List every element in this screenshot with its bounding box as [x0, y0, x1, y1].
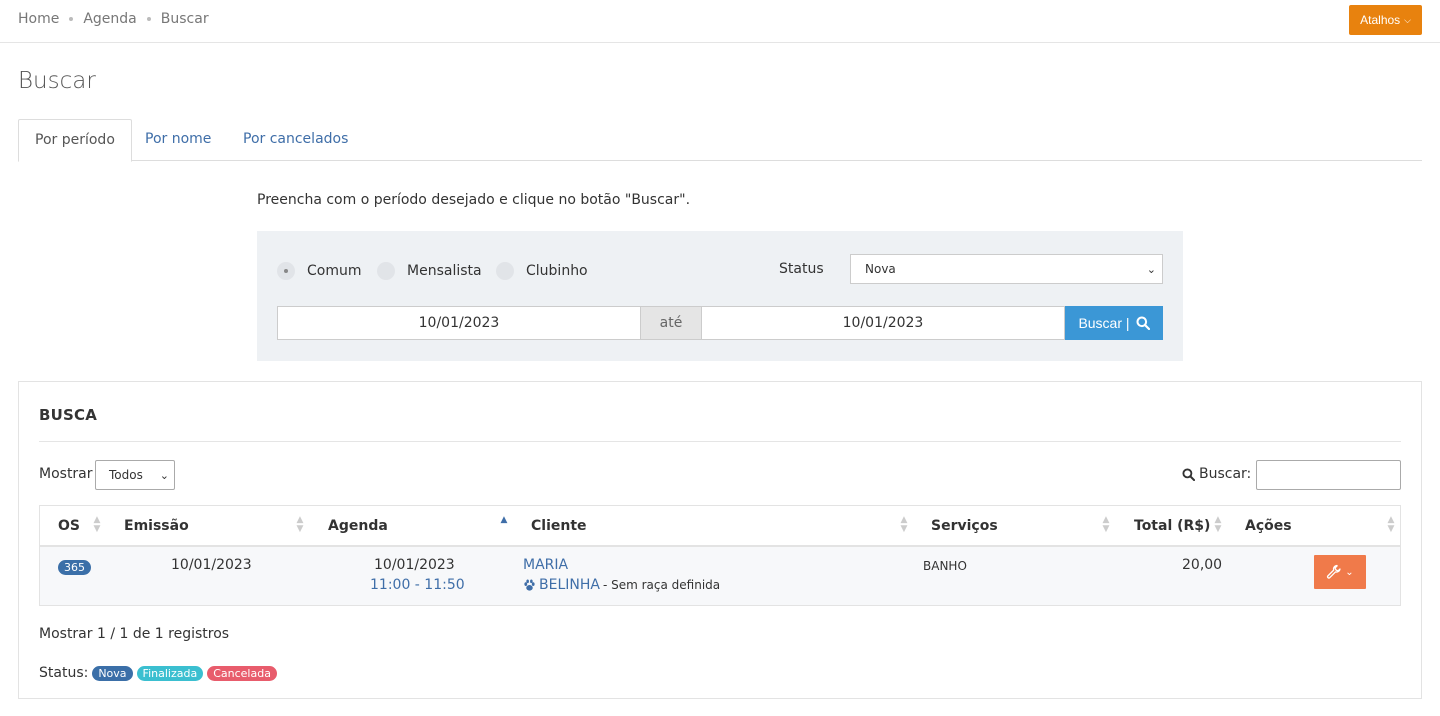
page-length-select[interactable]: Todos ⌄: [95, 460, 175, 490]
radio-label: Clubinho: [526, 263, 588, 279]
pet-breed: - Sem raça definida: [602, 578, 721, 592]
column-header-cliente[interactable]: Cliente: [531, 518, 587, 534]
sort-icon: ▲ ▼: [93, 515, 101, 534]
search-button[interactable]: Buscar |: [1065, 306, 1163, 340]
radio-label: Comum: [307, 263, 362, 279]
results-table: OS ▲ ▼ Emissão ▲ ▼ Agenda ▲ Cliente ▲ ▼ Ser…: [39, 505, 1401, 606]
tab-bar: Por período Por nome Por cancelados: [18, 119, 1422, 162]
date-to-input[interactable]: 10/01/2023: [701, 306, 1065, 340]
emissao-cell: 10/01/2023: [171, 557, 252, 573]
shortcuts-button[interactable]: Atalhos ⌵: [1349, 5, 1422, 35]
column-header-os[interactable]: OS: [58, 518, 80, 534]
breadcrumb-separator: [69, 17, 74, 21]
pet-info: BELINHA - Sem raça definida: [523, 577, 720, 593]
filter-form: Comum Mensalista Clubinho Status Nova ⌄ …: [257, 231, 1183, 361]
total-cell: 20,00: [1182, 557, 1223, 573]
sort-ascending-icon: ▲: [500, 515, 508, 525]
sort-icon: ▲ ▼: [1102, 515, 1110, 534]
page-length-value: Todos: [109, 468, 143, 482]
status-badge-finalizada: Finalizada: [136, 665, 204, 681]
breadcrumb-agenda[interactable]: Agenda: [83, 11, 136, 27]
status-badge-cancelada: Cancelada: [207, 665, 277, 681]
agenda-date-cell: 10/01/2023: [374, 557, 455, 573]
table-info: Mostrar 1 / 1 de 1 registros: [39, 626, 230, 642]
radio-unchecked-icon: [496, 262, 514, 280]
status-label: Status: [779, 261, 824, 277]
table-row: 365 10/01/2023 10/01/2023 11:00 - 11:50 …: [40, 547, 1400, 605]
column-header-total[interactable]: Total (R$): [1134, 518, 1210, 534]
shortcuts-label: Atalhos: [1360, 13, 1401, 27]
column-header-acoes[interactable]: Ações: [1245, 518, 1292, 534]
actions-dropdown-button[interactable]: ⌄: [1314, 555, 1366, 589]
status-legend-label: Status:: [39, 665, 89, 681]
status-badge-nova: Nova: [92, 665, 133, 681]
breadcrumb-separator: [146, 17, 151, 21]
sort-icon: ▲ ▼: [296, 515, 304, 534]
radio-clubinho[interactable]: Clubinho: [496, 262, 588, 280]
top-bar: Home Agenda Buscar Atalhos ⌵: [0, 0, 1440, 43]
tab-por-periodo[interactable]: Por período: [18, 119, 132, 162]
agenda-time-cell[interactable]: 11:00 - 11:50: [370, 577, 465, 593]
search-button-label: Buscar |: [1078, 315, 1130, 331]
panel-title: BUSCA: [39, 406, 98, 424]
show-label: Mostrar: [39, 466, 93, 482]
radio-checked-icon: [277, 262, 295, 280]
chevron-down-icon: ⌵: [1404, 14, 1411, 25]
sort-icon: ▲ ▼: [1387, 515, 1395, 534]
chevron-down-icon: ⌄: [1146, 263, 1156, 276]
tab-por-nome[interactable]: Por nome: [129, 119, 227, 161]
pet-link[interactable]: BELINHA: [539, 577, 600, 593]
radio-comum[interactable]: Comum: [277, 262, 362, 280]
divider: [39, 441, 1401, 442]
paw-icon: [524, 579, 535, 591]
table-search-input[interactable]: [1256, 460, 1401, 490]
sort-icon: ▲ ▼: [900, 515, 908, 534]
column-header-servicos[interactable]: Serviços: [931, 518, 998, 534]
date-separator: até: [641, 306, 701, 340]
status-select[interactable]: Nova ⌄: [850, 254, 1163, 284]
breadcrumb: Home Agenda Buscar: [18, 11, 209, 27]
tab-por-cancelados[interactable]: Por cancelados: [227, 119, 364, 161]
status-legend: Status: Nova Finalizada Cancelada: [39, 665, 277, 681]
radio-mensalista[interactable]: Mensalista: [377, 262, 482, 280]
breadcrumb-home[interactable]: Home: [18, 11, 59, 27]
table-header: OS ▲ ▼ Emissão ▲ ▼ Agenda ▲ Cliente ▲ ▼ Ser…: [40, 506, 1400, 547]
client-link[interactable]: MARIA: [523, 557, 568, 573]
radio-unchecked-icon: [377, 262, 395, 280]
table-search-label: Buscar:: [1182, 466, 1251, 482]
servicos-cell: BANHO: [923, 559, 967, 573]
results-panel: BUSCA Mostrar Todos ⌄ Buscar: OS ▲ ▼ Emis…: [18, 381, 1422, 699]
status-select-value: Nova: [865, 262, 896, 276]
instruction-text: Preencha com o período desejado e clique…: [257, 192, 691, 208]
table-search-label-text: Buscar:: [1199, 466, 1252, 482]
wrench-icon: [1327, 564, 1341, 579]
sort-icon: ▲ ▼: [1214, 515, 1222, 534]
page-title: Buscar: [18, 68, 96, 94]
chevron-down-icon: ⌄: [1345, 566, 1354, 578]
column-header-agenda[interactable]: Agenda: [328, 518, 388, 534]
search-icon: [1182, 467, 1195, 481]
search-icon: [1136, 316, 1150, 330]
breadcrumb-current: Buscar: [160, 11, 209, 27]
date-from-input[interactable]: 10/01/2023: [277, 306, 641, 340]
radio-label: Mensalista: [407, 263, 482, 279]
chevron-down-icon: ⌄: [159, 469, 169, 482]
os-badge: 365: [58, 560, 91, 575]
column-header-emissao[interactable]: Emissão: [124, 518, 189, 534]
